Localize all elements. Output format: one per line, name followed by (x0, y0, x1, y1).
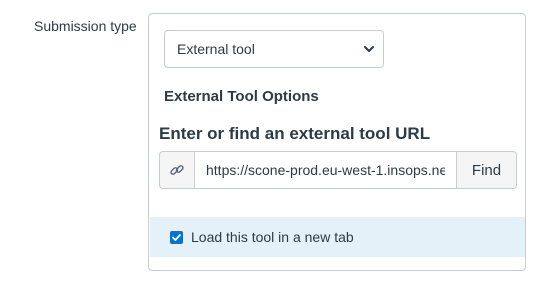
external-tool-url-group: Find (159, 151, 517, 189)
external-tool-url-input[interactable] (194, 151, 457, 189)
checkmark-icon (172, 233, 181, 241)
new-tab-option-row: Load this tool in a new tab (150, 217, 525, 257)
external-tool-url-heading: Enter or find an external tool URL (159, 124, 431, 143)
chevron-down-icon (364, 46, 374, 52)
link-icon (170, 165, 184, 175)
link-icon-addon (159, 151, 194, 189)
external-tool-options-heading: External Tool Options (164, 88, 319, 105)
submission-type-select[interactable]: External tool (164, 30, 384, 68)
new-tab-checkbox[interactable] (170, 230, 183, 244)
new-tab-label[interactable]: Load this tool in a new tab (191, 229, 354, 245)
find-button[interactable]: Find (457, 151, 517, 189)
submission-type-value: External tool (177, 41, 255, 57)
submission-type-panel: External tool External Tool Options Ente… (148, 13, 526, 271)
submission-type-label: Submission type (34, 18, 137, 34)
